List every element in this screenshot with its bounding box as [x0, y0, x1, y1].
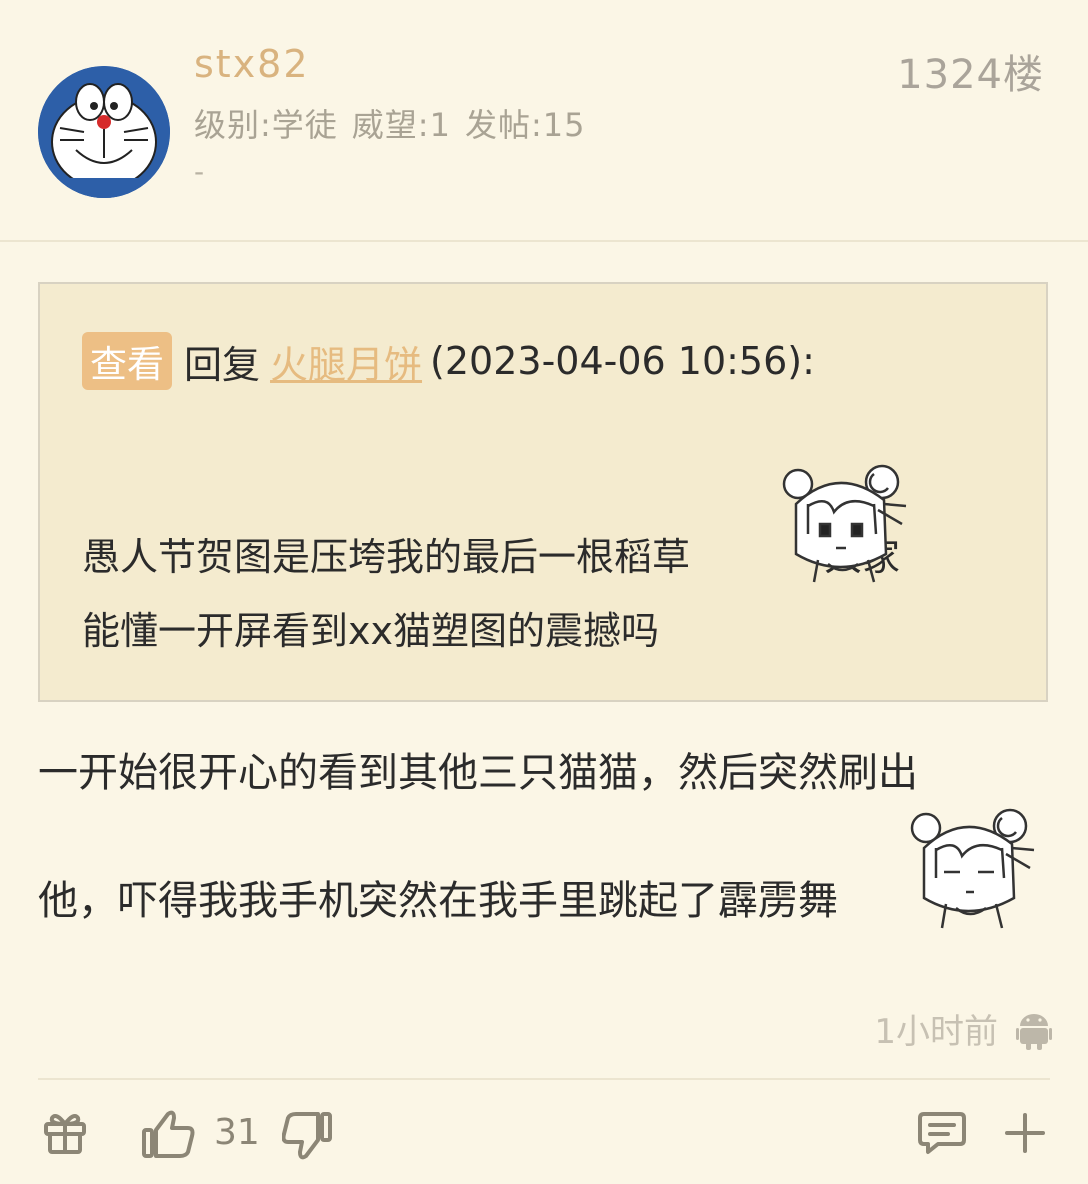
floor-number: 1324楼: [897, 52, 1044, 98]
android-icon: [1016, 1014, 1052, 1050]
comment-icon[interactable]: [918, 1110, 966, 1156]
user-meta: 级别:学徒 威望:1 发帖:15: [194, 100, 585, 146]
action-bar: 31: [0, 1090, 1088, 1184]
quoted-reply: 查看 回复 火腿月饼 (2023-04-06 10:56): 愚人节贺图是压垮我的最后…: [38, 282, 1048, 702]
user-post-count: 发帖:15: [464, 106, 586, 144]
quote-line-1-text: 愚人节贺图是压垮我的最后一根稻草: [82, 535, 691, 579]
quote-header: 查看 回复 火腿月饼 (2023-04-06 10:56):: [82, 332, 815, 390]
doraemon-avatar-icon: [38, 66, 170, 198]
avatar[interactable]: [38, 66, 170, 198]
username[interactable]: stx82: [194, 42, 310, 86]
post-time: 1小时前: [874, 1012, 998, 1052]
thumbs-up-icon[interactable]: [140, 1108, 196, 1160]
like-count: 31: [214, 1112, 260, 1153]
user-signature: -: [194, 155, 205, 188]
post-header: stx82 级别:学徒 威望:1 发帖:15 - 1324楼: [0, 0, 1088, 242]
divider: [38, 1078, 1050, 1080]
user-prestige: 威望:1: [351, 106, 451, 144]
quote-line-2: 能懂一开屏看到xx猫塑图的震撼吗: [82, 609, 659, 653]
post-page: stx82 级别:学徒 威望:1 发帖:15 - 1324楼 查看 回复 火腿月饼 (20…: [0, 0, 1088, 1184]
plus-icon[interactable]: [1004, 1112, 1046, 1154]
view-quote-button[interactable]: 查看: [82, 332, 172, 390]
quoted-user-link[interactable]: 火腿月饼: [270, 343, 422, 387]
user-level: 级别:学徒: [194, 106, 338, 144]
body-line-2: 他，吓得我我手机突然在我手里跳起了霹雳舞: [38, 878, 838, 924]
reply-label: 回复: [184, 342, 261, 387]
quoted-timestamp: (2023-04-06 10:56):: [430, 339, 815, 383]
girl-sticker-sleepy-icon: [910, 808, 1035, 929]
body-line-1: 一开始很开心的看到其他三只猫猫，然后突然刷出: [38, 750, 918, 796]
thumbs-down-icon[interactable]: [282, 1110, 334, 1162]
girl-sticker-icon: [782, 464, 907, 583]
gift-icon[interactable]: [42, 1110, 88, 1156]
